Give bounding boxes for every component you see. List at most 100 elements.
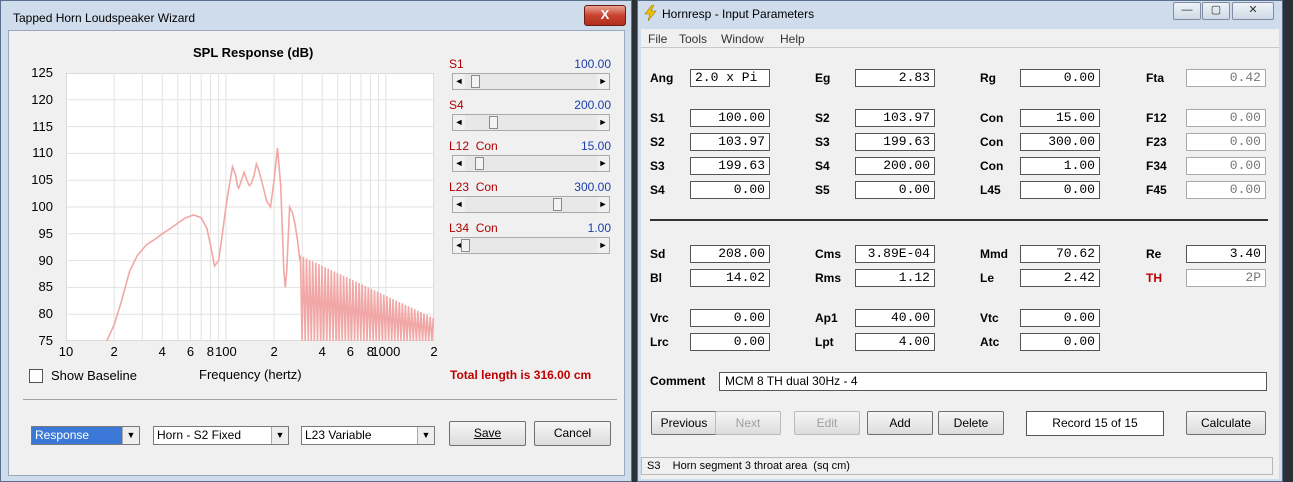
param-label: Mmd bbox=[980, 247, 1008, 261]
arrow-right-icon[interactable]: ► bbox=[597, 74, 609, 89]
x-tick-label: 2 bbox=[430, 344, 438, 359]
menu-item-window[interactable]: Window bbox=[721, 32, 764, 46]
slider-track[interactable]: ◄ ► bbox=[452, 73, 610, 90]
param-field[interactable]: 0.00 bbox=[855, 181, 935, 199]
slider-thumb[interactable] bbox=[489, 116, 498, 129]
arrow-right-icon[interactable]: ► bbox=[597, 197, 609, 212]
param-field[interactable]: 0.00 bbox=[690, 181, 770, 199]
slider-thumb[interactable] bbox=[461, 239, 470, 252]
param-field[interactable]: 70.62 bbox=[1020, 245, 1100, 263]
minimize-button[interactable]: — bbox=[1173, 2, 1201, 20]
param-field[interactable]: 100.00 bbox=[690, 109, 770, 127]
param-field[interactable]: 0.00 bbox=[690, 309, 770, 327]
param-field[interactable]: 3.40 bbox=[1186, 245, 1266, 263]
param-field: 2P bbox=[1186, 269, 1266, 287]
param-field[interactable]: 15.00 bbox=[1020, 109, 1100, 127]
param-field[interactable]: 2.42 bbox=[1020, 269, 1100, 287]
save-button[interactable]: Save bbox=[449, 421, 526, 446]
param-field[interactable]: 0.00 bbox=[1020, 309, 1100, 327]
menu-item-file[interactable]: File bbox=[648, 32, 667, 46]
maximize-icon: ▢ bbox=[1210, 4, 1222, 16]
comment-field[interactable]: MCM 8 TH dual 30Hz - 4 bbox=[719, 372, 1267, 391]
save-button-label: Save bbox=[473, 426, 502, 440]
close-button[interactable]: ✕ bbox=[1232, 2, 1274, 20]
hornresp-body: File Tools Window Help Ang 2.0 x Pi Eg 2.83 Rg 0… bbox=[641, 29, 1279, 479]
arrow-left-icon[interactable]: ◄ bbox=[453, 115, 465, 130]
slider-track[interactable]: ◄ ► bbox=[452, 114, 610, 131]
y-tick-label: 80 bbox=[38, 306, 53, 322]
maximize-button[interactable]: ▢ bbox=[1202, 2, 1230, 20]
add-button-label: Add bbox=[889, 416, 911, 430]
slider-value: 1.00 bbox=[587, 221, 611, 235]
arrow-left-icon[interactable]: ◄ bbox=[453, 74, 465, 89]
param-field[interactable]: 3.89E-04 bbox=[855, 245, 935, 263]
param-field[interactable]: 0.00 bbox=[690, 333, 770, 351]
slider-track[interactable]: ◄ ► bbox=[452, 196, 610, 213]
arrow-right-icon[interactable]: ► bbox=[597, 238, 609, 253]
param-field[interactable]: 14.02 bbox=[690, 269, 770, 287]
response-select[interactable]: Response ▼ bbox=[31, 426, 140, 445]
param-field[interactable]: 200.00 bbox=[855, 157, 935, 175]
param-field[interactable]: 2.0 x Pi bbox=[690, 69, 770, 87]
param-field[interactable]: 199.63 bbox=[690, 157, 770, 175]
cancel-button[interactable]: Cancel bbox=[534, 421, 611, 446]
arrow-right-icon[interactable]: ► bbox=[597, 115, 609, 130]
param-field[interactable]: 103.97 bbox=[690, 133, 770, 151]
x-tick-label: 2 bbox=[270, 344, 278, 359]
divider bbox=[23, 399, 617, 400]
show-baseline-checkbox[interactable] bbox=[29, 369, 43, 383]
param-field[interactable]: 1.00 bbox=[1020, 157, 1100, 175]
l23-select[interactable]: L23 Variable ▼ bbox=[301, 426, 435, 445]
edit-button[interactable]: Edit bbox=[794, 411, 860, 435]
param-field[interactable]: 0.00 bbox=[1020, 69, 1100, 87]
status-bar: S3 Horn segment 3 throat area (sq cm) bbox=[641, 457, 1273, 475]
slider-track[interactable]: ◄ ► bbox=[452, 155, 610, 172]
l23-select-value: L23 Variable bbox=[305, 428, 372, 442]
wizard-title: Tapped Horn Loudspeaker Wizard bbox=[13, 11, 196, 25]
param-label: Atc bbox=[980, 335, 1000, 349]
param-field[interactable]: 2.83 bbox=[855, 69, 935, 87]
slider-thumb[interactable] bbox=[471, 75, 480, 88]
next-button[interactable]: Next bbox=[715, 411, 781, 435]
param-field[interactable]: 40.00 bbox=[855, 309, 935, 327]
param-label: Vrc bbox=[650, 311, 669, 325]
arrow-left-icon[interactable]: ◄ bbox=[453, 197, 465, 212]
slider-thumb[interactable] bbox=[553, 198, 562, 211]
param-field[interactable]: 103.97 bbox=[855, 109, 935, 127]
arrow-right-icon[interactable]: ► bbox=[597, 156, 609, 171]
y-tick-label: 100 bbox=[31, 199, 53, 214]
param-label: S3 bbox=[650, 159, 665, 173]
param-field[interactable]: 1.12 bbox=[855, 269, 935, 287]
param-label: S4 bbox=[650, 183, 665, 197]
param-label: S3 bbox=[815, 135, 830, 149]
param-field[interactable]: 4.00 bbox=[855, 333, 935, 351]
previous-button[interactable]: Previous bbox=[651, 411, 717, 435]
menu-item-tools[interactable]: Tools bbox=[679, 32, 707, 46]
param-field[interactable]: 300.00 bbox=[1020, 133, 1100, 151]
param-label: S4 bbox=[815, 159, 830, 173]
chevron-down-icon: ▼ bbox=[122, 427, 139, 444]
param-field[interactable]: 199.63 bbox=[855, 133, 935, 151]
close-button[interactable]: X bbox=[584, 5, 626, 26]
param-field: 0.00 bbox=[1186, 157, 1266, 175]
menu-item-help[interactable]: Help bbox=[780, 32, 805, 46]
slider-track[interactable]: ◄ ► bbox=[452, 237, 610, 254]
param-field[interactable]: 0.00 bbox=[1020, 181, 1100, 199]
calculate-button[interactable]: Calculate bbox=[1186, 411, 1266, 435]
arrow-left-icon[interactable]: ◄ bbox=[453, 156, 465, 171]
delete-button[interactable]: Delete bbox=[938, 411, 1004, 435]
horn-select[interactable]: Horn - S2 Fixed ▼ bbox=[153, 426, 289, 445]
add-button[interactable]: Add bbox=[867, 411, 933, 435]
delete-button-label: Delete bbox=[953, 416, 989, 430]
param-field[interactable]: 208.00 bbox=[690, 245, 770, 263]
x-tick-label: 100 bbox=[215, 344, 237, 359]
param-field[interactable]: 0.00 bbox=[1020, 333, 1100, 351]
comment-label: Comment bbox=[650, 374, 706, 388]
slider-value: 100.00 bbox=[574, 57, 611, 71]
param-label: Rms bbox=[815, 271, 842, 285]
param-label: F45 bbox=[1146, 183, 1167, 197]
param-label: S2 bbox=[650, 135, 665, 149]
minimize-icon: — bbox=[1181, 4, 1193, 16]
slider-thumb[interactable] bbox=[475, 157, 484, 170]
param-label: S5 bbox=[815, 183, 830, 197]
